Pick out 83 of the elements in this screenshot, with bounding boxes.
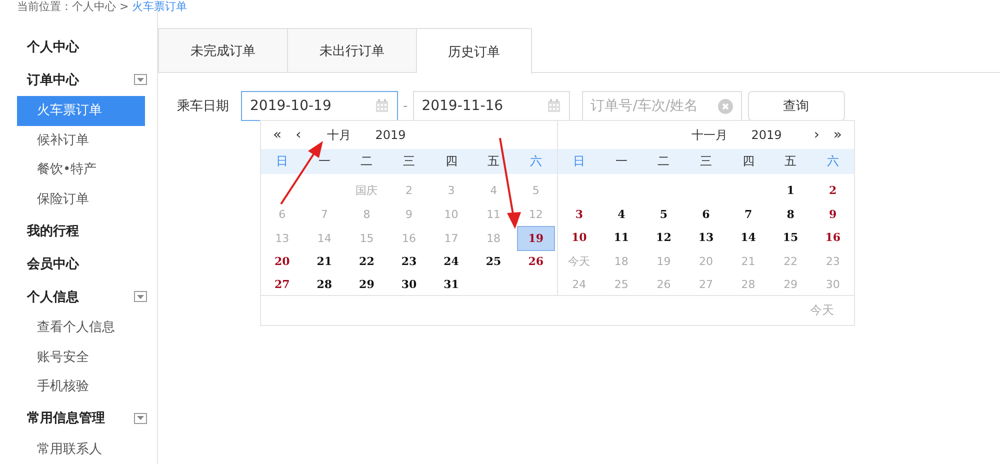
calendar-day[interactable]: 1 xyxy=(771,180,810,202)
weekday-label: 一 xyxy=(614,153,628,170)
weekday-label: 三 xyxy=(402,153,416,170)
sidebar-group[interactable]: 会员中心 xyxy=(17,247,147,280)
calendar-icon xyxy=(546,99,561,113)
group-label: 个人信息 xyxy=(27,288,79,306)
weekday-label: 六 xyxy=(826,153,840,170)
group-label: 订单中心 xyxy=(27,72,79,88)
sidebar-item[interactable]: 保险订单 xyxy=(17,184,145,214)
calendar-day[interactable]: 30 xyxy=(390,274,428,296)
group-label: 会员中心 xyxy=(27,256,79,272)
field-label: 乘车日期 xyxy=(177,98,229,115)
sidebar-item[interactable]: 餐饮•特产 xyxy=(17,155,145,184)
group-label: 常用信息管理 xyxy=(27,410,105,427)
breadcrumb: 当前位置：个人中心 > 火车票订单 xyxy=(17,0,188,13)
calendar-day[interactable]: 5 xyxy=(644,204,683,225)
group-label: 我的行程 xyxy=(27,222,79,240)
collapse-icon[interactable] xyxy=(134,74,147,85)
calendar-day[interactable]: 2 xyxy=(814,180,852,202)
previous-month-button[interactable]: ‹ xyxy=(294,127,304,143)
sidebar-group[interactable]: 个人信息 xyxy=(17,280,147,313)
weekday-label: 一 xyxy=(317,153,332,170)
calendar-day[interactable]: 24 xyxy=(432,250,470,272)
calendar-day[interactable]: 7 xyxy=(729,204,768,225)
calendar-day[interactable]: 14 xyxy=(729,227,768,248)
next-month-button[interactable]: › xyxy=(812,127,822,143)
range-separator: - xyxy=(403,98,408,114)
calendar-day[interactable]: 12 xyxy=(644,227,683,248)
calendar-day[interactable]: 15 xyxy=(771,227,810,248)
weekday-label: 四 xyxy=(741,153,756,170)
tab[interactable]: 历史订单 xyxy=(417,28,532,74)
calendar-icon xyxy=(375,99,389,113)
month-label[interactable]: 十月 xyxy=(327,126,352,144)
calendar-day[interactable]: 10 xyxy=(560,227,598,248)
calendar-day[interactable]: 6 xyxy=(686,204,726,225)
calendar-day[interactable]: 11 xyxy=(602,227,641,248)
sidebar-group[interactable]: 常用信息管理 xyxy=(17,402,147,434)
sidebar-item[interactable]: 账号安全 xyxy=(17,342,145,372)
group-label: 个人中心 xyxy=(27,38,79,56)
weekday-label: 六 xyxy=(528,153,543,170)
sidebar-group[interactable]: 我的行程 xyxy=(17,214,147,247)
weekday-label: 四 xyxy=(444,153,458,170)
weekday-label: 日 xyxy=(275,153,290,170)
weekday-label: 五 xyxy=(486,153,501,170)
collapse-icon[interactable] xyxy=(134,291,147,302)
previous-year-button[interactable]: « xyxy=(271,127,284,143)
sidebar-group[interactable]: 个人中心 xyxy=(17,30,147,63)
month-label[interactable]: 十一月 xyxy=(691,126,728,144)
sidebar-item[interactable]: 候补订单 xyxy=(17,126,145,155)
calendar-day[interactable]: 25 xyxy=(474,250,513,272)
tab[interactable]: 未出行订单 xyxy=(288,28,417,72)
tab[interactable]: 未完成订单 xyxy=(158,28,288,72)
sidebar-item[interactable]: 手机核验 xyxy=(17,372,145,402)
year-label[interactable]: 2019 xyxy=(375,128,406,142)
weekday-label: 日 xyxy=(572,153,586,170)
calendar-day[interactable]: 26 xyxy=(516,250,555,272)
calendar-day[interactable]: 9 xyxy=(814,204,852,225)
sidebar-group[interactable]: 订单中心 xyxy=(17,63,147,96)
sidebar-item[interactable]: 常用联系人 xyxy=(17,434,145,464)
calendar-day[interactable]: 3 xyxy=(560,204,598,225)
sidebar-item[interactable]: 查看个人信息 xyxy=(17,313,145,342)
calendar-day[interactable]: 13 xyxy=(686,227,726,248)
calendar-day[interactable]: 16 xyxy=(814,227,852,248)
query-button[interactable]: 查询 xyxy=(748,91,845,121)
calendar-day[interactable]: 4 xyxy=(602,204,641,225)
collapse-icon[interactable] xyxy=(134,412,147,424)
calendar-day[interactable]: 8 xyxy=(771,204,810,225)
weekday-label: 二 xyxy=(656,153,671,170)
calendar-day[interactable]: 27 xyxy=(263,274,302,296)
calendar-day[interactable]: 23 xyxy=(390,250,428,272)
calendar-day[interactable]: 31 xyxy=(432,274,470,296)
calendar-day[interactable]: 21 xyxy=(305,250,344,272)
year-label[interactable]: 2019 xyxy=(751,128,782,142)
calendar-day[interactable]: 19 xyxy=(516,226,555,251)
calendar-day[interactable]: 20 xyxy=(263,250,302,272)
calendar-day[interactable]: 28 xyxy=(305,274,344,296)
weekday-label: 二 xyxy=(360,153,374,170)
next-year-button[interactable]: » xyxy=(831,127,844,143)
calendar-day[interactable]: 29 xyxy=(348,274,386,296)
weekday-label: 五 xyxy=(784,153,798,170)
weekday-label: 三 xyxy=(698,153,713,170)
annotation-arrow xyxy=(279,140,325,206)
calendar-day[interactable]: 22 xyxy=(348,250,386,272)
